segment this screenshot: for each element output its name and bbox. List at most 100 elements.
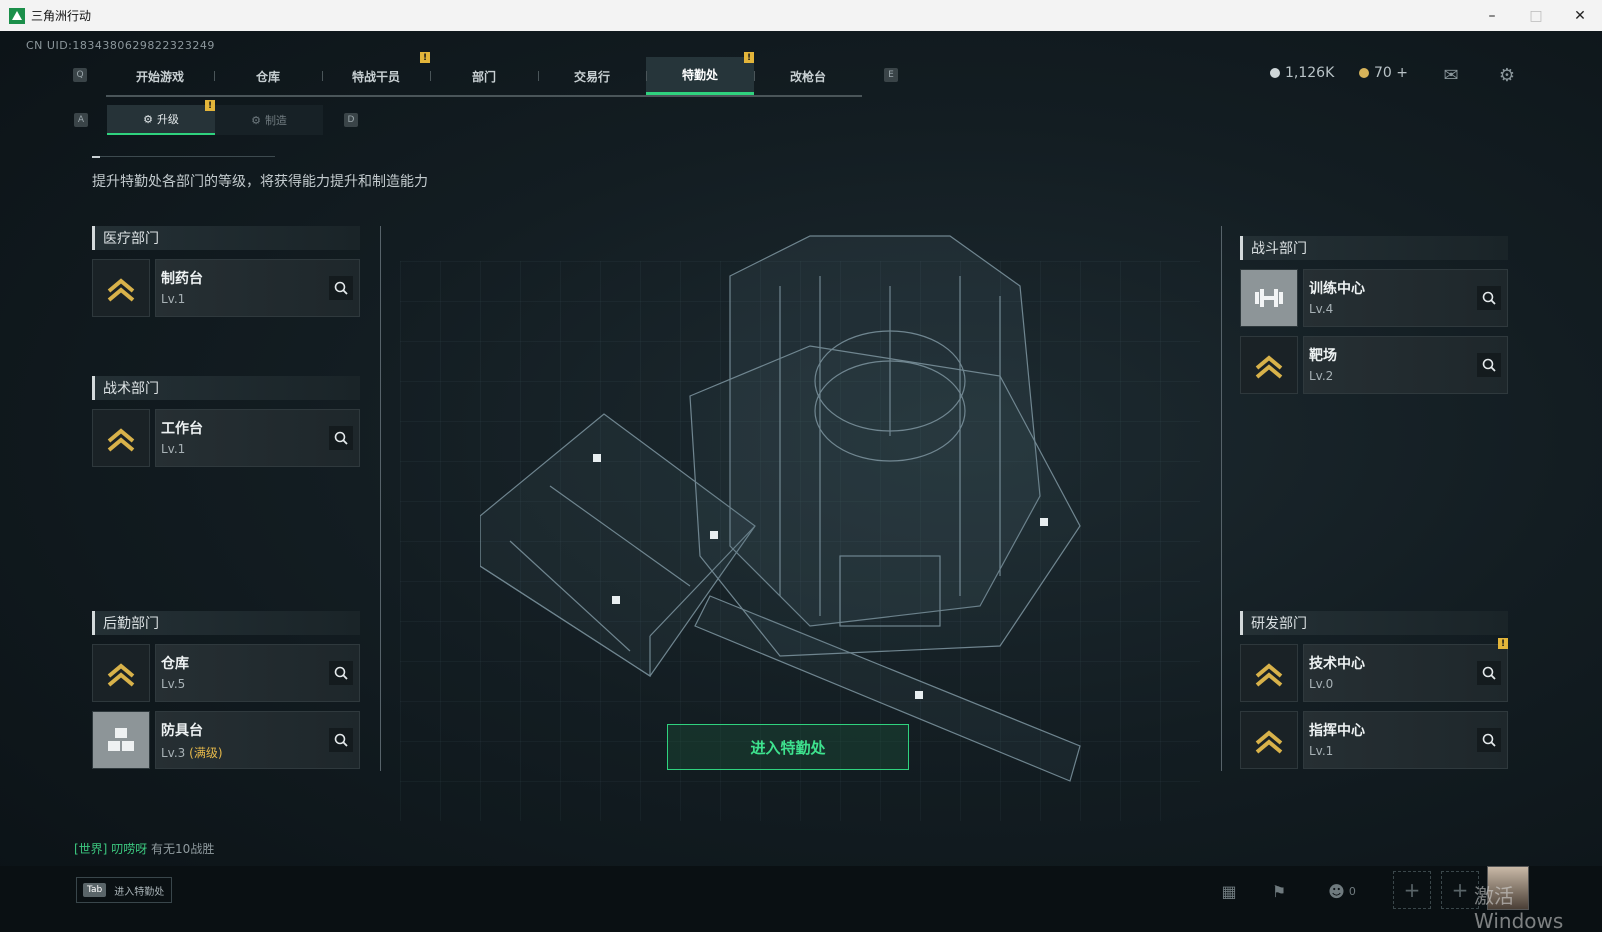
tab-special-ops[interactable]: 特勤处 ! — [646, 52, 754, 95]
person-icon: ☻ — [1328, 881, 1345, 901]
dept-research-title: 研发部门 — [1240, 611, 1508, 635]
facility-workbench[interactable]: 工作台 Lv.1 — [92, 409, 360, 467]
search-icon[interactable] — [1477, 728, 1501, 752]
shooting-range-icon — [1240, 336, 1298, 394]
right-bracket-line — [1221, 226, 1222, 771]
dept-tag — [92, 217, 360, 224]
tech-center-icon — [1240, 644, 1298, 702]
warning-icon: ! — [1498, 638, 1508, 649]
deco-line — [100, 156, 275, 157]
dumbbell-icon — [1240, 269, 1298, 327]
facility-card[interactable]: 指挥中心 Lv.1 — [1303, 711, 1508, 769]
dept-combat-title: 战斗部门 — [1240, 236, 1508, 260]
tab-department[interactable]: 部门 — [430, 57, 538, 95]
friends-icon[interactable]: ☻ 0 — [1322, 880, 1362, 902]
activation-watermark: 激活 Windows — [1474, 884, 1564, 932]
search-icon[interactable] — [329, 661, 353, 685]
craft-icon: ⚙ — [251, 113, 261, 127]
minimize-icon[interactable]: – — [1470, 0, 1514, 31]
facility-pharmacy[interactable]: 制药台 Lv.1 — [92, 259, 360, 317]
pharmacy-icon — [92, 259, 150, 317]
nav-next-key[interactable]: E — [884, 68, 898, 82]
silver-coin-icon — [1270, 68, 1280, 78]
tab-shortcut-label: 进入特勤处 — [114, 886, 165, 898]
facility-armor-bench[interactable]: 防具台 Lv.3 (满级) — [92, 711, 360, 769]
facility-warehouse[interactable]: 仓库 Lv.5 — [92, 644, 360, 702]
subtab-craft[interactable]: ⚙ 制造 — [215, 105, 323, 135]
maximize-icon[interactable]: □ — [1514, 0, 1558, 31]
close-icon[interactable]: ✕ — [1558, 0, 1602, 31]
search-icon[interactable] — [329, 276, 353, 300]
uid-label: CN UID:1834380629822323249 — [26, 39, 215, 52]
subtab-craft-label: 制造 — [264, 114, 287, 127]
window-controls: – □ ✕ — [1470, 0, 1602, 31]
friends-count: 0 — [1348, 884, 1356, 898]
dept-medical: 医疗部门 制药台 Lv.1 — [92, 217, 360, 326]
facility-tech-center[interactable]: 技术中心 Lv.0 ! — [1240, 638, 1508, 702]
mail-icon[interactable]: ✉ — [1440, 64, 1462, 86]
tab-gunsmith[interactable]: 改枪台 — [754, 57, 862, 95]
enter-special-ops-button[interactable]: 进入特勤处 — [667, 724, 909, 770]
warehouse-icon — [92, 644, 150, 702]
max-level-note: (满级) — [189, 746, 223, 760]
plus-icon: + — [1451, 878, 1469, 902]
window-titlebar: 三角洲行动 – □ ✕ — [0, 0, 1602, 32]
currency-primary-value: 1,126K — [1285, 65, 1335, 81]
chat-channel: [世界] — [74, 842, 108, 856]
world-chat-line[interactable]: [世界] 叨唠呀 有无10战胜 — [74, 840, 214, 857]
search-icon[interactable] — [329, 728, 353, 752]
facility-card[interactable]: 靶场 Lv.2 — [1303, 336, 1508, 394]
facility-command-center[interactable]: 指挥中心 Lv.1 — [1240, 711, 1508, 769]
add-party-slot[interactable]: + — [1393, 871, 1431, 909]
facility-card[interactable]: 训练中心 Lv.4 — [1303, 269, 1508, 327]
facility-card[interactable]: 仓库 Lv.5 — [155, 644, 360, 702]
game-viewport: CN UID:1834380629822323249 Q 开始游戏 仓库 特战干… — [0, 31, 1602, 932]
chat-message: 有无10战胜 — [151, 842, 215, 856]
marker-point — [915, 691, 923, 699]
dept-research: 研发部门 技术中心 Lv.0 ! 指挥中心 Lv.1 — [1240, 602, 1508, 778]
stats-chart-icon[interactable]: ▦ — [1216, 880, 1242, 902]
marker-point — [593, 454, 601, 462]
tab-operators-label: 特战干员 — [351, 69, 400, 84]
tab-start-game[interactable]: 开始游戏 — [106, 57, 214, 95]
facility-shooting-range[interactable]: 靶场 Lv.2 — [1240, 336, 1508, 394]
facility-card[interactable]: 工作台 Lv.1 — [155, 409, 360, 467]
dept-logistics: 后勤部门 仓库 Lv.5 防具台 Lv.3 (满级) — [92, 602, 360, 778]
chat-user: 叨唠呀 — [111, 842, 148, 856]
search-icon[interactable] — [329, 426, 353, 450]
gold-coin-icon — [1359, 68, 1369, 78]
tab-special-ops-label: 特勤处 — [681, 68, 718, 82]
currency-secondary[interactable]: 70 + — [1359, 65, 1408, 81]
left-bracket-line — [380, 226, 381, 771]
dept-medical-title: 医疗部门 — [92, 226, 360, 250]
page-subtitle: 提升特勤处各部门的等级，将获得能力提升和制造能力 — [92, 174, 428, 190]
facility-training-center[interactable]: 训练中心 Lv.4 — [1240, 269, 1508, 327]
command-center-icon — [1240, 711, 1298, 769]
bottom-bar: Tab 进入特勤处 ▦ ⚑ ☻ 0 + + 激活 Windows — [0, 866, 1602, 932]
dept-tactical-title: 战术部门 — [92, 376, 360, 400]
search-icon[interactable] — [1477, 661, 1501, 685]
facility-card[interactable]: 技术中心 Lv.0 — [1303, 644, 1508, 702]
armor-bench-icon — [92, 711, 150, 769]
sub-tabs: ⚙ 升级 ! ⚙ 制造 — [107, 100, 323, 135]
search-icon[interactable] — [1477, 286, 1501, 310]
warning-icon: ! — [205, 100, 215, 111]
currency-primary[interactable]: 1,126K — [1270, 65, 1334, 81]
settings-gear-icon[interactable]: ⚙ — [1496, 64, 1518, 86]
facility-card[interactable]: 防具台 Lv.3 (满级) — [155, 711, 360, 769]
warning-icon: ! — [744, 52, 754, 63]
subtab-next-key[interactable]: D — [344, 113, 358, 127]
nav-prev-key[interactable]: Q — [73, 68, 87, 82]
warning-icon: ! — [420, 52, 430, 63]
tab-warehouse[interactable]: 仓库 — [214, 57, 322, 95]
subtab-prev-key[interactable]: A — [74, 113, 88, 127]
tab-shortcut-hint[interactable]: Tab 进入特勤处 — [76, 877, 172, 903]
tab-trading[interactable]: 交易行 — [538, 57, 646, 95]
subtab-upgrade[interactable]: ⚙ 升级 ! — [107, 100, 215, 135]
marker-point — [1040, 518, 1048, 526]
flag-icon[interactable]: ⚑ — [1266, 880, 1292, 902]
search-icon[interactable] — [1477, 353, 1501, 377]
facility-card[interactable]: 制药台 Lv.1 — [155, 259, 360, 317]
dept-tag — [1240, 227, 1508, 234]
tab-operators[interactable]: 特战干员 ! — [322, 52, 430, 95]
